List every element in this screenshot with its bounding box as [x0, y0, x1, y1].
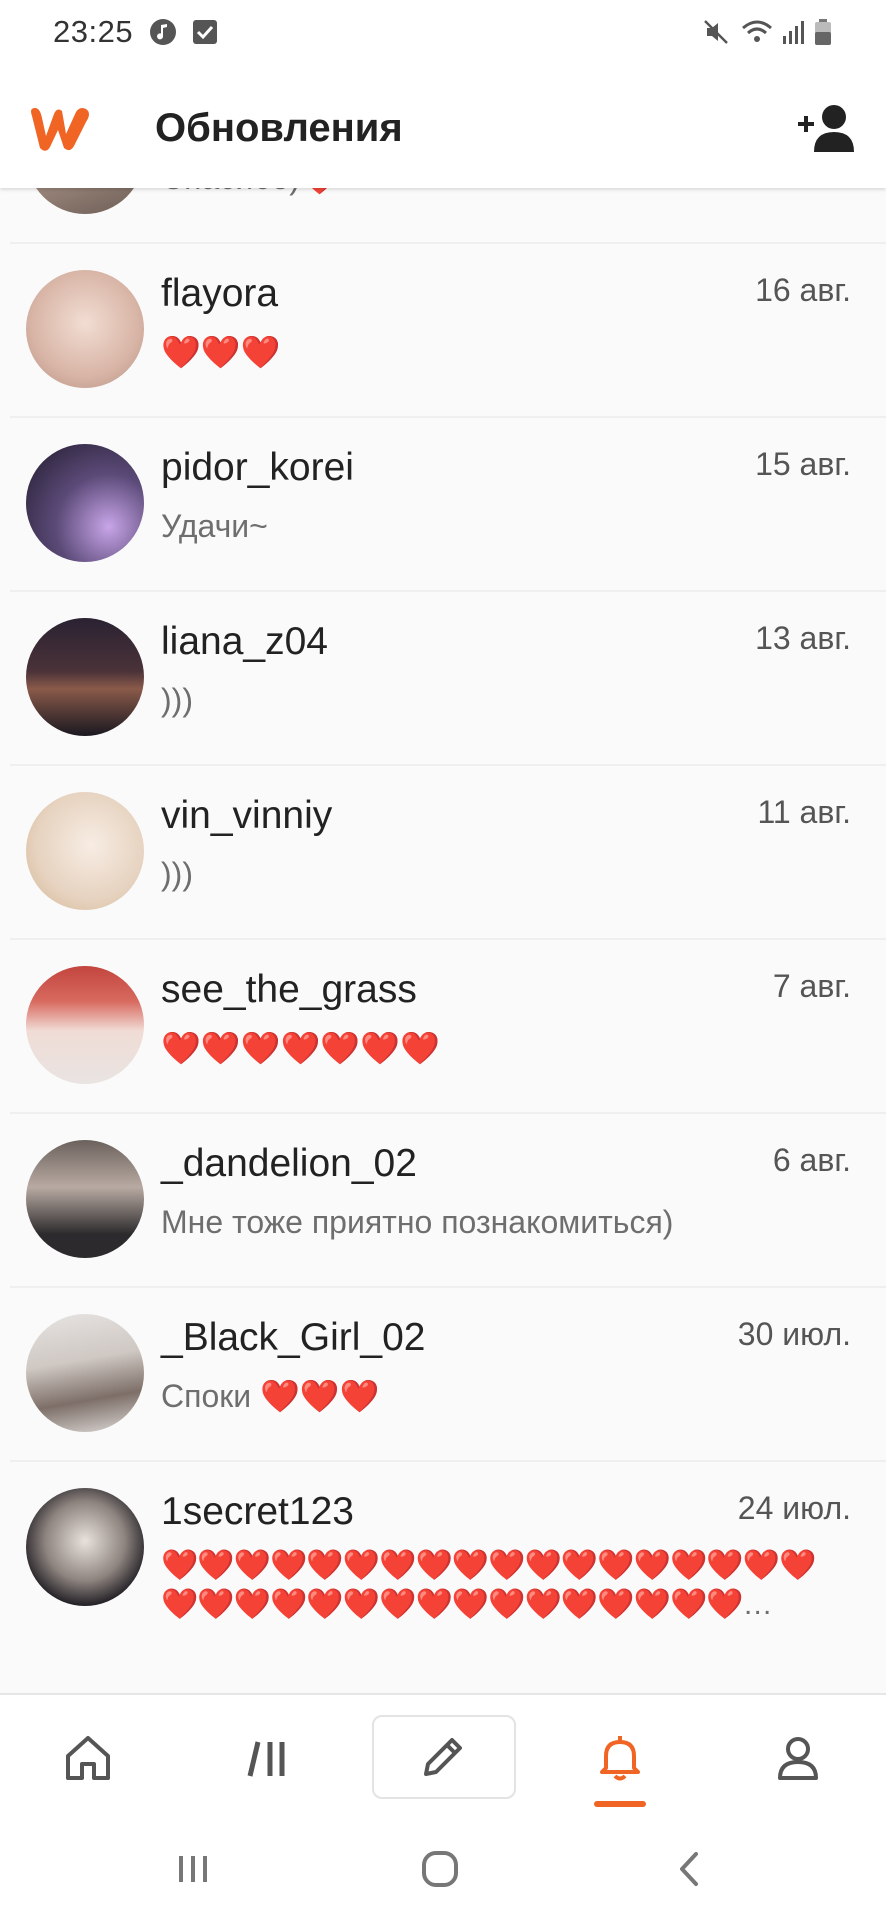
back-icon[interactable]: [660, 1846, 720, 1892]
nav-write[interactable]: [372, 1695, 512, 1820]
date: 11 авг.: [757, 794, 851, 830]
message-preview: ❤️❤️❤️: [161, 334, 281, 370]
date: 16 авг.: [755, 272, 851, 308]
app-bar: Обновления: [0, 66, 886, 188]
battery-icon: [815, 19, 831, 45]
nav-profile[interactable]: [728, 1695, 868, 1820]
username[interactable]: pidor_korei: [161, 446, 354, 490]
status-time: 23:25: [53, 14, 134, 49]
message-preview: ))): [161, 682, 193, 718]
nav-library[interactable]: [198, 1695, 338, 1820]
notification-list[interactable]: Спасибо)❤️ flayora 16 авг. ❤️❤️❤️ pidor_…: [0, 188, 886, 1693]
nav-home[interactable]: [18, 1695, 158, 1820]
avatar[interactable]: [26, 188, 144, 214]
date: 30 июл.: [737, 1316, 851, 1352]
bell-icon: [600, 1735, 640, 1780]
library-icon: [247, 1740, 285, 1777]
signal-icon: [783, 21, 804, 44]
bottom-nav: [0, 1693, 886, 1820]
wifi-icon: [742, 20, 772, 42]
username[interactable]: _Black_Girl_02: [161, 1316, 425, 1360]
date: 7 авг.: [772, 968, 851, 1004]
username[interactable]: vin_vinniy: [161, 794, 332, 838]
page-title: Обновления: [155, 106, 403, 150]
username[interactable]: _dandelion_02: [161, 1142, 417, 1186]
message-preview: Удачи~: [161, 508, 268, 544]
mute-icon: [704, 20, 728, 44]
avatar[interactable]: [26, 444, 144, 562]
date: 24 июл.: [737, 1490, 851, 1526]
status-bar: 23:25: [0, 0, 886, 66]
profile-icon: [778, 1736, 818, 1780]
avatar[interactable]: [26, 270, 144, 388]
wattpad-logo[interactable]: [26, 104, 94, 154]
date: 13 авг.: [755, 620, 851, 656]
message-preview: Споки ❤️❤️❤️: [161, 1378, 380, 1414]
list-item[interactable]: flayora 16 авг. ❤️❤️❤️: [10, 244, 886, 418]
message-preview: ))): [161, 856, 193, 892]
message-preview: ❤️❤️❤️❤️❤️❤️❤️: [161, 1030, 440, 1066]
username[interactable]: liana_z04: [161, 620, 328, 664]
music-note-icon: [150, 19, 176, 45]
avatar[interactable]: [26, 618, 144, 736]
list-item[interactable]: see_the_grass 7 авг. ❤️❤️❤️❤️❤️❤️❤️: [10, 940, 886, 1114]
list-item[interactable]: pidor_korei 15 авг. Удачи~: [10, 418, 886, 592]
list-item[interactable]: _dandelion_02 6 авг. Мне тоже приятно по…: [10, 1114, 886, 1288]
date: 15 авг.: [755, 446, 851, 482]
avatar[interactable]: [26, 966, 144, 1084]
home-icon: [66, 1735, 110, 1780]
username[interactable]: 1secret123: [161, 1490, 354, 1534]
write-icon: [424, 1737, 462, 1776]
recents-icon[interactable]: [163, 1846, 223, 1892]
system-nav-bar: [0, 1818, 886, 1920]
avatar[interactable]: [26, 1314, 144, 1432]
checkbox-icon: [193, 20, 217, 44]
message-preview: Мне тоже приятно познакомиться): [161, 1204, 674, 1240]
message-preview: ❤️❤️❤️❤️❤️❤️❤️❤️❤️❤️❤️❤️❤️❤️❤️❤️❤️❤️❤️❤️…: [161, 1549, 816, 1621]
message-preview: Спасибо)❤️: [161, 188, 340, 198]
username[interactable]: flayora: [161, 272, 278, 316]
list-item[interactable]: liana_z04 13 авг. ))): [10, 592, 886, 766]
avatar[interactable]: [26, 792, 144, 910]
list-item[interactable]: vin_vinniy 11 авг. ))): [10, 766, 886, 940]
date: 6 авг.: [772, 1142, 851, 1178]
avatar[interactable]: [26, 1488, 144, 1606]
username[interactable]: see_the_grass: [161, 968, 417, 1012]
list-item[interactable]: Спасибо)❤️: [10, 188, 886, 244]
add-user-icon[interactable]: [796, 102, 858, 154]
list-item[interactable]: _Black_Girl_02 30 июл. Споки ❤️❤️❤️: [10, 1288, 886, 1462]
list-item[interactable]: 1secret123 24 июл. ❤️❤️❤️❤️❤️❤️❤️❤️❤️❤️❤…: [10, 1462, 886, 1636]
active-tab-indicator: [594, 1801, 646, 1807]
avatar[interactable]: [26, 1140, 144, 1258]
home-circle-icon[interactable]: [410, 1846, 470, 1892]
